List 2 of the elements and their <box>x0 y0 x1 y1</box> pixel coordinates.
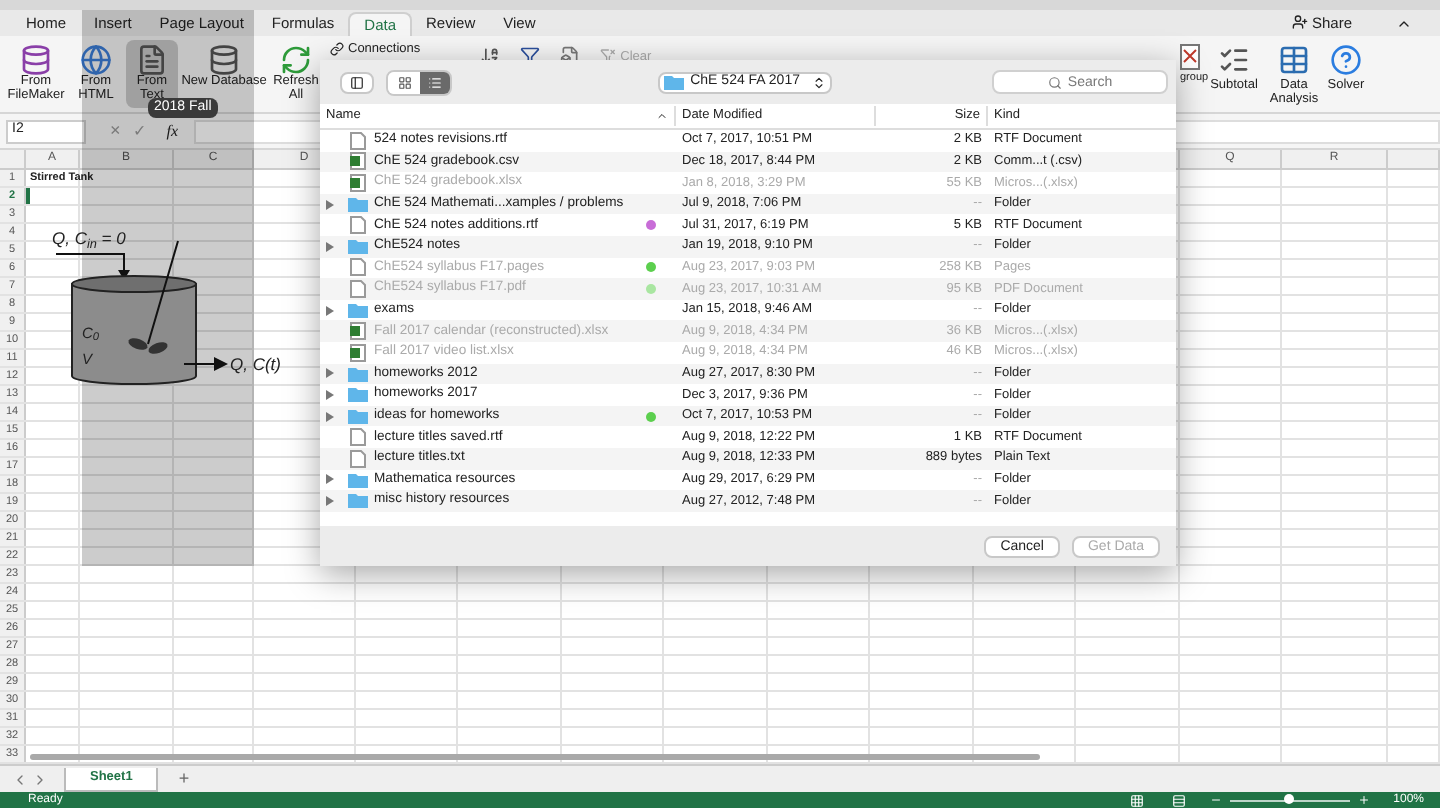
outlet-label: Q, C(t) <box>230 352 281 378</box>
inlet-label: Q, C$_{in}$ = 0 <box>52 226 126 252</box>
